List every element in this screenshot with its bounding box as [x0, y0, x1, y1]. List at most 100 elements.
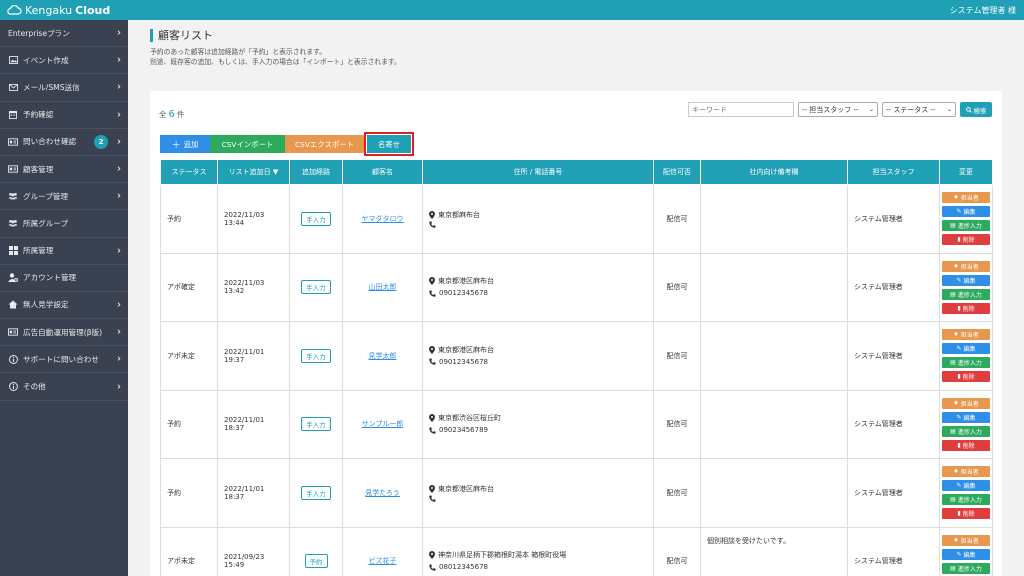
- sidebar-item-10[interactable]: 無人見学設定 ›: [0, 292, 128, 320]
- sidebar-item-6[interactable]: グループ管理 ›: [0, 183, 128, 211]
- sidebar-item-11[interactable]: 広告自動運用管理(β版) ›: [0, 319, 128, 347]
- add-button[interactable]: ＋追加: [160, 135, 210, 153]
- csv-import-button[interactable]: CSVインポート: [210, 135, 285, 153]
- user-menu[interactable]: システム管理者 様: [950, 5, 1016, 16]
- added-date-cell: 2022/11/01 19:37: [217, 321, 290, 391]
- sidebar-item-4[interactable]: 問い合わせ確認 2 ›: [0, 129, 128, 156]
- edit-button[interactable]: ✎ 編集: [942, 343, 990, 355]
- list-icon: ▤: [950, 222, 956, 230]
- customer-name-link[interactable]: 見学たろう: [365, 489, 400, 497]
- edit-button[interactable]: ✎ 編集: [942, 274, 990, 286]
- status-cell: 予約: [160, 458, 218, 528]
- edit-button[interactable]: ✎ 編集: [942, 480, 990, 492]
- customer-name-link[interactable]: ヤマダタロウ: [362, 215, 404, 223]
- added-date: 2021/09/23: [224, 553, 265, 562]
- col-name[interactable]: 顧客名: [342, 159, 423, 185]
- col-staff[interactable]: 担当スタッフ: [847, 159, 940, 185]
- status-select[interactable]: -- ステータス -- ⌄: [882, 102, 956, 117]
- delete-button[interactable]: ▮ 削除: [942, 302, 990, 314]
- sidebar-item-13[interactable]: その他 ›: [0, 373, 128, 401]
- delete-button[interactable]: ▮ 削除: [942, 371, 990, 383]
- col-delivery[interactable]: 配信可否: [653, 159, 701, 185]
- csv-export-button[interactable]: CSVエクスポート: [285, 135, 364, 153]
- staff-cell: システム管理者: [847, 526, 940, 576]
- keyword-input[interactable]: [688, 102, 794, 117]
- nayose-button[interactable]: 名寄せ: [364, 132, 414, 156]
- col-address[interactable]: 住所 / 電話番号: [422, 159, 654, 185]
- address-text: 東京都渋谷区桜丘町: [438, 414, 501, 423]
- phone-icon: [429, 427, 436, 434]
- route-badge: 手入力: [301, 280, 331, 295]
- sidebar-item-8[interactable]: 所属管理 ›: [0, 238, 128, 265]
- customer-name-link[interactable]: サンプル一郎: [362, 420, 404, 428]
- change-cell: ♦担当者 ✎編集 ▤進捗入力 ▮削除: [939, 458, 993, 528]
- delete-button[interactable]: ▮ 削除: [942, 508, 990, 520]
- sidebar-item-label: サポートに問い合わせ: [23, 354, 99, 364]
- progress-button[interactable]: ▤ 進捗入力: [942, 425, 990, 437]
- count-suffix: 件: [176, 110, 185, 119]
- sidebar-item-1[interactable]: イベント作成 ›: [0, 47, 128, 75]
- added-date: 2022/11/01: [224, 347, 265, 356]
- edit-button[interactable]: ✎ 編集: [942, 411, 990, 423]
- search-button[interactable]: 検索: [960, 102, 992, 117]
- added-time: 15:49: [224, 561, 245, 570]
- progress-button-label: 進捗入力: [957, 360, 982, 368]
- progress-button[interactable]: ▤ 進捗入力: [942, 562, 990, 574]
- sidebar-item-12[interactable]: サポートに問い合わせ ›: [0, 346, 128, 374]
- assign-button-label: 担当者: [960, 195, 979, 203]
- result-count: 全6件: [159, 109, 184, 120]
- sidebar-item-9[interactable]: アカウント管理: [0, 265, 128, 292]
- col-route[interactable]: 追加経路: [289, 159, 343, 185]
- plus-icon: ＋: [171, 140, 181, 151]
- staff-select-value: -- 担当スタッフ --: [802, 105, 859, 114]
- assign-button-label: 担当者: [960, 537, 979, 545]
- table-row: アポ未定 2021/09/23 15:49 予約 ビズ花子 神奈川県足柄下郡箱根町湯本 箱…: [160, 526, 993, 576]
- delete-button[interactable]: ▮ 削除: [942, 234, 990, 246]
- chevron-right-icon: ›: [117, 136, 121, 148]
- route-badge: 手入力: [301, 485, 331, 500]
- info-icon: [8, 354, 18, 364]
- edit-button[interactable]: ✎ 編集: [942, 548, 990, 560]
- person-icon: ♦: [953, 399, 959, 407]
- app-logo[interactable]: Kengaku Cloud: [6, 4, 110, 17]
- customer-name-link[interactable]: 見学太郎: [369, 352, 397, 360]
- customer-name-link[interactable]: 山田太郎: [369, 283, 397, 291]
- assign-button[interactable]: ♦ 担当者: [942, 534, 990, 546]
- assign-button[interactable]: ♦ 担当者: [942, 260, 990, 272]
- pencil-icon: ✎: [956, 208, 962, 216]
- main-content: 顧客リスト 予約のあった顧客は追加経路が「予約」と表示されます。 別途、既存客の…: [128, 20, 1024, 576]
- phone-text: 09012345678: [439, 289, 488, 298]
- assign-button[interactable]: ♦ 担当者: [942, 192, 990, 204]
- address-text: 神奈川県足柄下郡箱根町湯本 箱根町役場: [438, 551, 567, 560]
- col-added[interactable]: リスト追加日 ▼: [217, 159, 290, 185]
- address-text: 東京都港区麻布台: [438, 345, 494, 354]
- sidebar-item-label: 広告自動運用管理(β版): [23, 327, 103, 337]
- sidebar-item-3[interactable]: 予約確認 ›: [0, 102, 128, 129]
- assign-button[interactable]: ♦ 担当者: [942, 397, 990, 409]
- delivery-cell: 配信可: [653, 526, 701, 576]
- address-cell: 東京都港区麻布台 09012345678: [422, 321, 654, 391]
- col-status[interactable]: ステータス: [160, 159, 218, 185]
- staff-select[interactable]: -- 担当スタッフ -- ⌄: [798, 102, 878, 117]
- progress-button[interactable]: ▤ 進捗入力: [942, 288, 990, 300]
- assign-button[interactable]: ♦ 担当者: [942, 329, 990, 341]
- progress-button[interactable]: ▤ 進捗入力: [942, 220, 990, 232]
- assign-button[interactable]: ♦ 担当者: [942, 466, 990, 478]
- progress-button[interactable]: ▤ 進捗入力: [942, 357, 990, 369]
- sidebar-item-2[interactable]: メール/SMS送信 ›: [0, 74, 128, 102]
- trash-icon: ▮: [957, 304, 961, 312]
- sidebar-item-5[interactable]: 顧客管理 ›: [0, 156, 128, 184]
- customer-name-link[interactable]: ビズ花子: [369, 557, 397, 565]
- delete-button[interactable]: ▮ 削除: [942, 439, 990, 451]
- edit-button[interactable]: ✎ 編集: [942, 206, 990, 218]
- progress-button-label: 進捗入力: [957, 565, 982, 573]
- edit-button-label: 編集: [963, 551, 976, 559]
- added-time: 18:37: [224, 492, 245, 501]
- progress-button[interactable]: ▤ 進捗入力: [942, 494, 990, 506]
- col-note[interactable]: 社内向け備考欄: [700, 159, 848, 185]
- chevron-down-icon: ⌄: [868, 106, 874, 113]
- info-icon: [8, 382, 18, 392]
- sidebar-item-0[interactable]: Enterpriseプラン ›: [0, 20, 128, 48]
- person-icon: ♦: [953, 331, 959, 339]
- sidebar-item-7[interactable]: 所属グループ: [0, 210, 128, 238]
